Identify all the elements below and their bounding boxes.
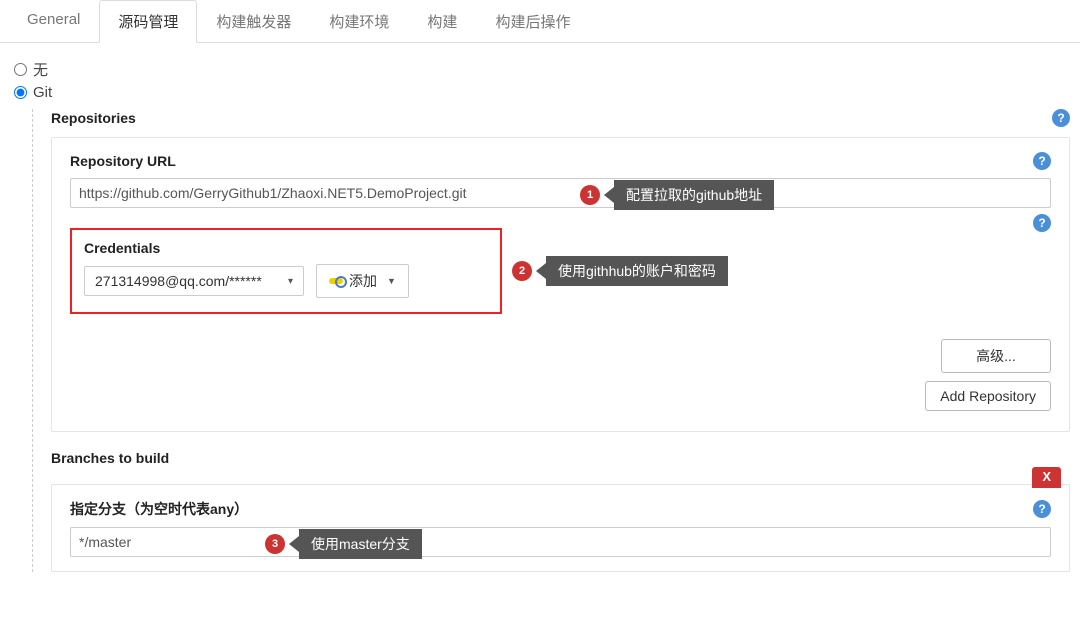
tab-post[interactable]: 构建后操作: [476, 0, 589, 43]
repositories-title: Repositories: [51, 110, 136, 126]
tab-build[interactable]: 构建: [408, 0, 476, 43]
delete-branch-button[interactable]: X: [1032, 467, 1061, 488]
annotation-arrow-icon: [536, 263, 546, 279]
credentials-label: Credentials: [84, 240, 160, 256]
tab-triggers[interactable]: 构建触发器: [197, 0, 310, 43]
credentials-highlight-box: Credentials 271314998@qq.com/****** ▾ 添加…: [70, 228, 502, 314]
add-credentials-label: 添加: [349, 271, 377, 291]
help-icon[interactable]: ?: [1033, 214, 1051, 232]
scm-content: 无 Git Repositories ? Repository URL ? 1 …: [0, 43, 1080, 602]
help-icon[interactable]: ?: [1033, 152, 1051, 170]
key-icon: [329, 278, 343, 284]
repo-url-label: Repository URL: [70, 153, 176, 169]
annotation-text-2: 使用githhub的账户和密码: [546, 256, 728, 286]
tab-scm[interactable]: 源码管理: [99, 0, 197, 43]
add-repository-button[interactable]: Add Repository: [925, 381, 1051, 411]
annotation-arrow-icon: [289, 536, 299, 552]
chevron-down-icon: ▾: [288, 276, 293, 287]
radio-scm-none[interactable]: [14, 63, 27, 76]
chevron-down-icon: ▼: [387, 276, 396, 286]
branch-panel: X 指定分支（为空时代表any） ? 3 使用master分支: [51, 484, 1070, 572]
annotation-arrow-icon: [604, 187, 614, 203]
radio-scm-git[interactable]: [14, 86, 27, 99]
annotation-text-1: 配置拉取的github地址: [614, 180, 774, 210]
branches-title: Branches to build: [51, 450, 169, 466]
annotation-badge-3: 3: [265, 534, 285, 554]
annotation-badge-1: 1: [580, 185, 600, 205]
branch-field-label: 指定分支（为空时代表any）: [70, 499, 248, 519]
credentials-value: 271314998@qq.com/******: [95, 273, 262, 289]
git-section: Repositories ? Repository URL ? 1 配置拉取的g…: [32, 109, 1070, 572]
annotation-2: 2 使用githhub的账户和密码: [512, 256, 1051, 286]
tab-env[interactable]: 构建环境: [310, 0, 408, 43]
repo-url-input[interactable]: [70, 178, 1051, 208]
help-icon[interactable]: ?: [1052, 109, 1070, 127]
annotation-text-3: 使用master分支: [299, 529, 422, 559]
help-icon[interactable]: ?: [1033, 500, 1051, 518]
branch-input[interactable]: [70, 527, 1051, 557]
add-credentials-button[interactable]: 添加 ▼: [316, 264, 409, 298]
annotation-badge-2: 2: [512, 261, 532, 281]
annotation-3: 3 使用master分支: [265, 529, 422, 559]
config-tabs: General 源码管理 构建触发器 构建环境 构建 构建后操作: [0, 0, 1080, 43]
credentials-select[interactable]: 271314998@qq.com/****** ▾: [84, 266, 304, 296]
radio-scm-git-label: Git: [33, 84, 52, 101]
annotation-1: 1 配置拉取的github地址: [580, 180, 774, 210]
advanced-button[interactable]: 高级...: [941, 339, 1051, 373]
repository-panel: Repository URL ? 1 配置拉取的github地址 Credent…: [51, 137, 1070, 432]
tab-general[interactable]: General: [8, 0, 99, 43]
radio-scm-none-label: 无: [33, 59, 48, 80]
